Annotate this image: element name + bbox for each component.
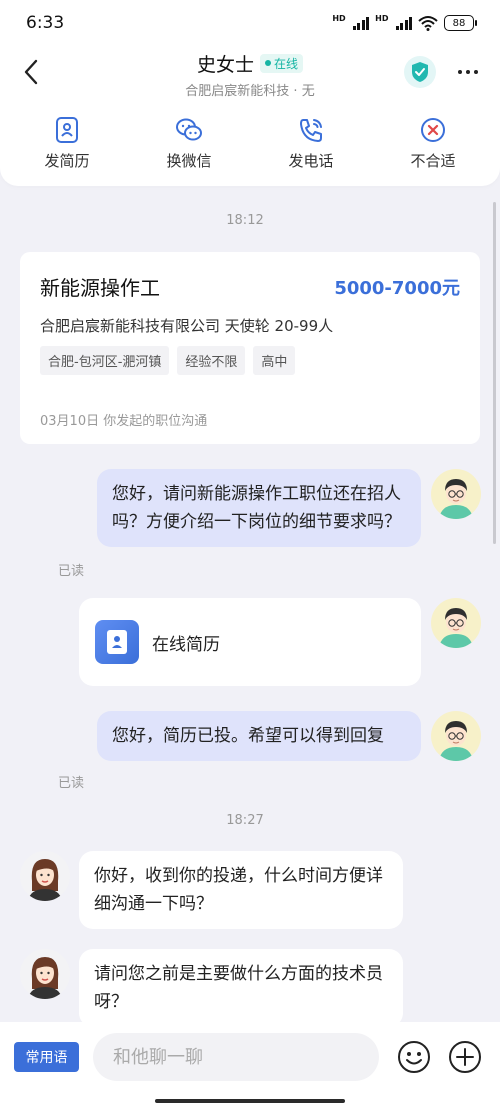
job-tag: 合肥-包河区-淝河镇: [40, 346, 170, 375]
online-label: 在线: [274, 56, 299, 71]
action-label: 发简历: [44, 152, 90, 170]
action-label: 不合适: [410, 152, 456, 170]
status-time: 6:33: [26, 13, 65, 33]
job-card-footer: 03月10日 你发起的职位沟通: [40, 414, 208, 429]
signal-icon-2: [395, 16, 412, 30]
timestamp: 18:12: [226, 213, 264, 228]
call-phone-button[interactable]: 发电话: [250, 114, 372, 171]
my-avatar[interactable]: [431, 711, 481, 761]
chat-scrollbar[interactable]: [493, 202, 496, 544]
my-message-bubble[interactable]: 您好，请问新能源操作工职位还在招人吗？方便介绍一下岗位的细节要求吗？: [97, 469, 421, 547]
contact-avatar[interactable]: [20, 851, 70, 901]
male-avatar-icon: [431, 711, 481, 761]
job-tag: 高中: [253, 346, 296, 375]
contact-message-bubble[interactable]: 请问您之前是主要做什么方面的技术员呀？: [79, 949, 403, 1027]
message-input[interactable]: [93, 1033, 379, 1081]
hd-label-2: HD: [375, 14, 389, 23]
contact-name: 史女士: [196, 53, 254, 76]
job-company: 合肥启宸新能科技有限公司 天使轮 20-99人: [40, 317, 334, 335]
hd-label: HD: [332, 14, 346, 23]
job-tags: 合肥-包河区-淝河镇 经验不限 高中: [40, 346, 460, 375]
plus-icon[interactable]: [448, 1040, 482, 1074]
action-bar: 发简历 换微信 发电话 不合适: [0, 114, 500, 171]
online-dot: [265, 60, 271, 66]
male-avatar-icon: [431, 598, 481, 648]
send-resume-button[interactable]: 发简历: [6, 114, 128, 171]
contact-avatar[interactable]: [20, 949, 70, 999]
online-resume-card[interactable]: 在线简历: [79, 598, 421, 686]
emoji-icon[interactable]: [397, 1040, 431, 1074]
timestamp: 18:27: [226, 813, 264, 828]
action-label: 发电话: [288, 152, 334, 170]
my-avatar[interactable]: [431, 469, 481, 519]
resume-label: 在线简历: [152, 634, 220, 655]
male-avatar-icon: [431, 469, 481, 519]
more-options-button[interactable]: [454, 60, 482, 84]
female-avatar-icon: [20, 851, 70, 901]
action-label: 换微信: [166, 152, 212, 170]
female-avatar-icon: [20, 949, 70, 999]
online-badge: 在线: [260, 53, 304, 73]
my-avatar[interactable]: [431, 598, 481, 648]
chat-header: 史女士 在线 合肥启宸新能科技 · 无 发简历 换微信 发电话 不合适: [0, 46, 500, 186]
not-suitable-button[interactable]: 不合适: [372, 114, 494, 171]
read-status: 已读: [58, 776, 85, 791]
home-indicator[interactable]: [155, 1099, 345, 1103]
phone-icon: [300, 119, 322, 142]
status-bar: 6:33 HD HD 88: [0, 0, 500, 46]
status-icons: HD HD 88: [332, 14, 477, 31]
resume-file-icon: [95, 620, 139, 664]
job-card[interactable]: 新能源操作工 5000-7000元 合肥启宸新能科技有限公司 天使轮 20-99…: [20, 252, 480, 444]
input-bar: 常用语: [0, 1022, 500, 1111]
my-message-bubble[interactable]: 您好，简历已投。希望可以得到回复: [97, 711, 421, 761]
signal-icon: [352, 16, 370, 30]
read-status: 已读: [58, 564, 85, 579]
job-title: 新能源操作工: [40, 276, 160, 300]
exchange-wechat-button[interactable]: 换微信: [128, 114, 250, 171]
job-tag: 经验不限: [177, 346, 246, 375]
wechat-icon: [176, 118, 202, 141]
contact-message-bubble[interactable]: 你好，收到你的投递，什么时间方便详细沟通一下吗？: [79, 851, 403, 929]
not-suitable-icon: [421, 118, 445, 142]
verified-shield-icon[interactable]: [404, 56, 436, 88]
common-phrases-button[interactable]: 常用语: [14, 1042, 79, 1072]
wifi-icon: [418, 16, 438, 31]
job-salary: 5000-7000元: [334, 277, 460, 299]
battery-icon: 88: [444, 15, 477, 31]
resume-icon: [56, 117, 78, 143]
